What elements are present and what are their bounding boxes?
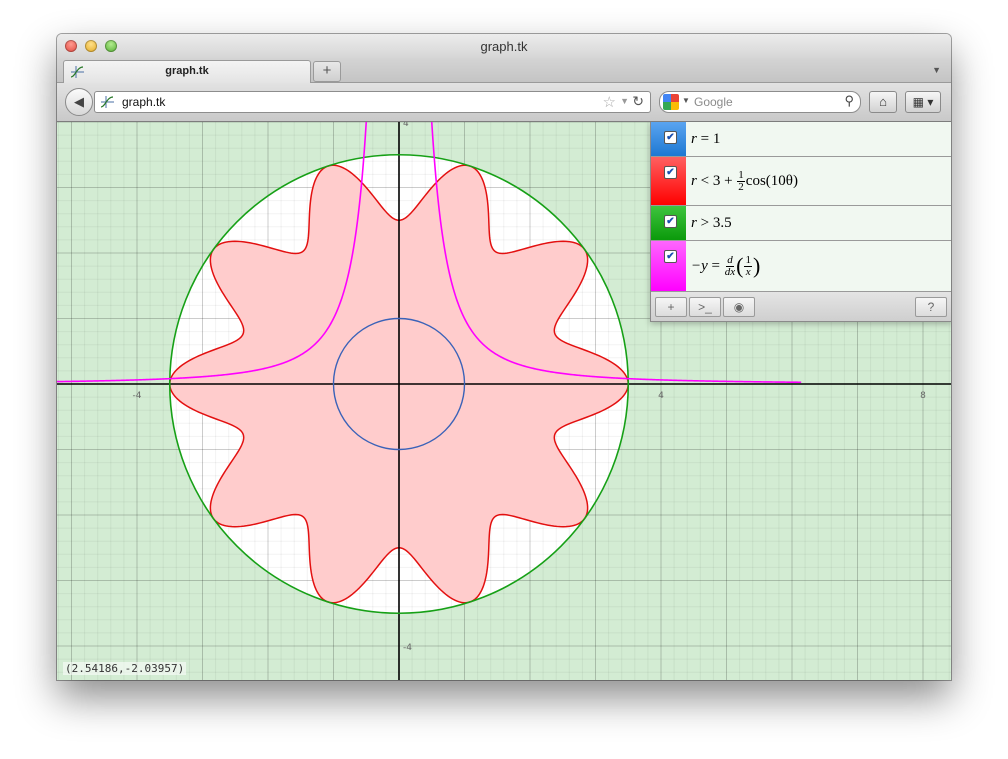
- equation-row[interactable]: ✔ r > 3.5: [651, 206, 951, 241]
- equation-row[interactable]: ✔ r < 3 + 1 2 cos(10θ): [651, 157, 951, 206]
- equation-visible-checkbox[interactable]: ✔: [664, 250, 677, 263]
- equation-visible-checkbox[interactable]: ✔: [664, 166, 677, 179]
- console-button[interactable]: >_: [689, 297, 721, 317]
- axis-tick-label: 8: [920, 391, 926, 401]
- address-bar[interactable]: graph.tk ☆ ▼ ↻: [94, 91, 651, 113]
- tab-graph-tk[interactable]: graph.tk: [63, 60, 311, 83]
- home-button[interactable]: ⌂: [869, 91, 897, 113]
- equation-expression[interactable]: r > 3.5: [691, 206, 732, 240]
- equation-panel: ✔ r = 1 ✔ r < 3 + 12cos(10θ) ✔ r > 3.5: [650, 122, 951, 322]
- bookmark-star-icon[interactable]: ☆: [603, 93, 616, 111]
- reload-icon[interactable]: ↻: [632, 93, 644, 110]
- equation-expression[interactable]: r = 1: [691, 122, 720, 156]
- url-history-dropdown-icon[interactable]: ▼: [620, 96, 629, 106]
- tab-strip: graph.tk + ▼: [57, 58, 951, 83]
- graph-favicon-icon: [100, 96, 114, 108]
- equation-color-swatch[interactable]: [651, 241, 686, 291]
- search-engine-dropdown-icon[interactable]: ▼: [682, 96, 690, 105]
- browser-window: graph.tk graph.tk + ▼ ◀ graph.tk ☆ ▼ ↻ ▼…: [57, 34, 951, 680]
- new-tab-button[interactable]: +: [313, 61, 341, 82]
- help-button[interactable]: ?: [915, 297, 947, 317]
- search-bar[interactable]: ▼ Google ⚲: [659, 91, 861, 113]
- cursor-coordinate-readout: (2.54186,-2.03957): [63, 662, 187, 675]
- url-text: graph.tk: [122, 95, 166, 109]
- fraction: 12: [737, 168, 745, 193]
- equation-visible-checkbox[interactable]: ✔: [664, 131, 677, 144]
- bookmarks-menu-button[interactable]: ▦ ▾: [905, 91, 941, 113]
- equation-panel-footer: + >_ ◉ ?: [651, 292, 951, 321]
- title-bar: graph.tk: [57, 34, 951, 58]
- axis-tick-label: -4: [133, 391, 142, 401]
- equation-color-swatch[interactable]: [651, 157, 686, 205]
- search-placeholder: Google: [694, 95, 733, 109]
- window-title: graph.tk: [480, 39, 528, 54]
- camera-icon[interactable]: ◉: [723, 297, 755, 317]
- tab-label: graph.tk: [165, 65, 209, 77]
- search-icon[interactable]: ⚲: [844, 93, 854, 109]
- axis-tick-label: -4: [403, 643, 412, 653]
- add-equation-button[interactable]: +: [655, 297, 687, 317]
- fraction: 1x: [744, 253, 752, 278]
- equation-expression[interactable]: −y = d dx(1 x): [691, 241, 760, 291]
- fraction: d dx: [724, 253, 736, 278]
- navigation-toolbar: ◀ graph.tk ☆ ▼ ↻ ▼ Google ⚲ ⌂ ▦ ▾: [57, 83, 951, 122]
- equation-row[interactable]: ✔ r = 1: [651, 122, 951, 157]
- equation-row[interactable]: ✔ −y = d dx(1 x): [651, 241, 951, 292]
- tab-overflow-icon[interactable]: ▼: [932, 65, 941, 75]
- axis-tick-label: 4: [403, 122, 409, 129]
- equation-expression[interactable]: r < 3 + 1 2 cos(10θ): [691, 157, 798, 205]
- google-logo-icon[interactable]: [663, 94, 679, 110]
- graph-canvas[interactable]: -4 4 8 4 -4 (2.54186,-2.03957) ✔ r = 1 ✔ r <…: [57, 122, 951, 680]
- axis-tick-label: 4: [658, 391, 664, 401]
- equation-visible-checkbox[interactable]: ✔: [664, 215, 677, 228]
- back-button[interactable]: ◀: [65, 88, 93, 116]
